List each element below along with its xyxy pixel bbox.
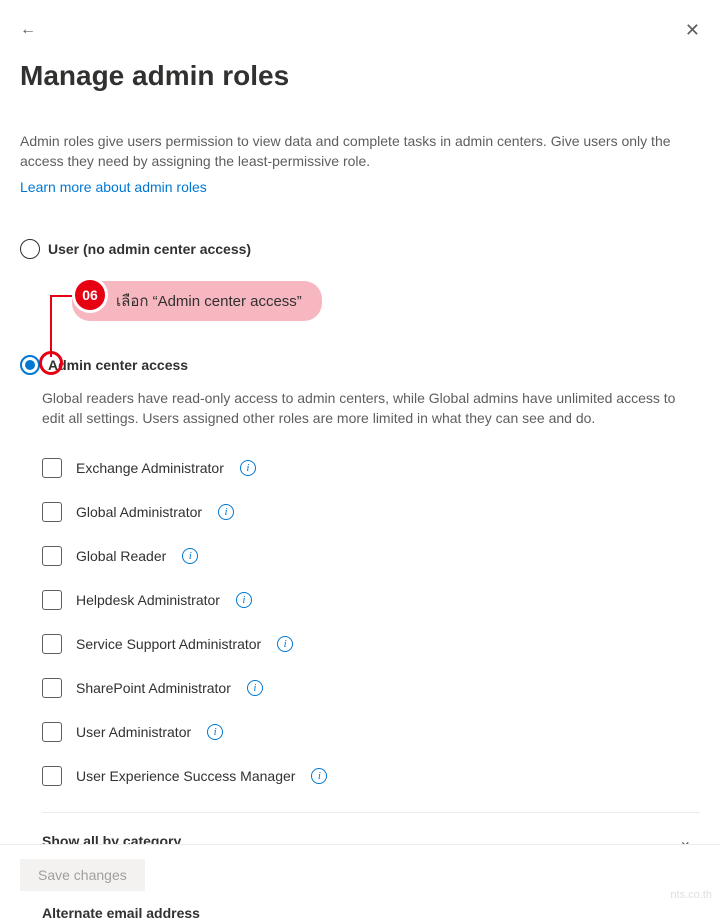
info-icon[interactable]: i — [182, 548, 198, 564]
checkbox-global-reader[interactable] — [42, 546, 62, 566]
role-row: Exchange Administrator i — [42, 446, 700, 490]
checkbox-user-experience-success-manager[interactable] — [42, 766, 62, 786]
back-icon[interactable]: ← — [20, 21, 36, 39]
radio-user-no-access[interactable] — [20, 239, 40, 259]
role-label: Global Reader — [76, 548, 166, 564]
role-row: Service Support Administrator i — [42, 622, 700, 666]
role-label: Service Support Administrator — [76, 636, 261, 652]
info-icon[interactable]: i — [236, 592, 252, 608]
annotation-connector — [50, 297, 52, 357]
role-row: Global Administrator i — [42, 490, 700, 534]
annotation-callout: เลือก “Admin center access” — [72, 281, 322, 321]
save-changes-button[interactable]: Save changes — [20, 859, 145, 891]
page-title: Manage admin roles — [20, 60, 700, 92]
radio-admin-center-access-label: Admin center access — [48, 357, 188, 373]
radio-dot-icon — [25, 360, 35, 370]
info-icon[interactable]: i — [240, 460, 256, 476]
divider — [42, 812, 700, 813]
alternate-email-heading: Alternate email address — [42, 905, 700, 921]
info-icon[interactable]: i — [247, 680, 263, 696]
role-label: User Experience Success Manager — [76, 768, 295, 784]
watermark: nts.co.th — [670, 889, 712, 901]
role-label: Helpdesk Administrator — [76, 592, 220, 608]
annotation-step-badge: 06 — [72, 277, 108, 313]
close-icon[interactable]: ✕ — [685, 20, 700, 41]
annotation-text: เลือก “Admin center access” — [116, 289, 302, 313]
checkbox-sharepoint-administrator[interactable] — [42, 678, 62, 698]
checkbox-user-administrator[interactable] — [42, 722, 62, 742]
role-label: Exchange Administrator — [76, 460, 224, 476]
admin-access-description: Global readers have read-only access to … — [42, 389, 700, 428]
role-label: Global Administrator — [76, 504, 202, 520]
role-row: Helpdesk Administrator i — [42, 578, 700, 622]
role-row: SharePoint Administrator i — [42, 666, 700, 710]
radio-admin-center-access[interactable] — [20, 355, 40, 375]
checkbox-global-administrator[interactable] — [42, 502, 62, 522]
role-label: SharePoint Administrator — [76, 680, 231, 696]
learn-more-link[interactable]: Learn more about admin roles — [20, 179, 207, 195]
page-description: Admin roles give users permission to vie… — [20, 132, 700, 171]
info-icon[interactable]: i — [277, 636, 293, 652]
radio-user-no-access-label: User (no admin center access) — [48, 241, 251, 257]
role-label: User Administrator — [76, 724, 191, 740]
info-icon[interactable]: i — [311, 768, 327, 784]
role-row: User Experience Success Manager i — [42, 754, 700, 798]
checkbox-exchange-administrator[interactable] — [42, 458, 62, 478]
role-row: Global Reader i — [42, 534, 700, 578]
info-icon[interactable]: i — [207, 724, 223, 740]
role-row: User Administrator i — [42, 710, 700, 754]
checkbox-service-support-administrator[interactable] — [42, 634, 62, 654]
info-icon[interactable]: i — [218, 504, 234, 520]
checkbox-helpdesk-administrator[interactable] — [42, 590, 62, 610]
